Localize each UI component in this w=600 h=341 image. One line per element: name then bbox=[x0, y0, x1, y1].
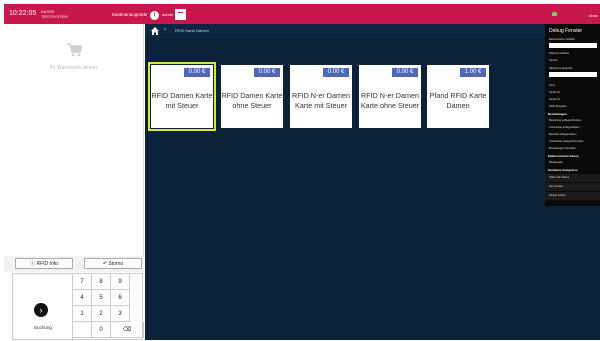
key-9[interactable]: 9 bbox=[111, 274, 130, 290]
debug-item[interactable]: Wiedergabe bbox=[549, 161, 563, 164]
debug-item[interactable]: Bestellungen/ bestellen bbox=[549, 147, 576, 150]
product-tile[interactable]: 0.00 € RFID N-er Damen Karte ohne Steuer bbox=[359, 65, 421, 128]
product-tile[interactable]: 0.00 € RFID Damen Karte ohne Steuer bbox=[221, 65, 283, 128]
product-name: RFID N-er Damen Karte mit Steuer bbox=[292, 91, 350, 110]
info-icon: ⓘ bbox=[30, 261, 36, 267]
close-link[interactable]: close bbox=[589, 13, 598, 18]
key-3[interactable]: 3 bbox=[111, 306, 130, 322]
key-2[interactable]: 2 bbox=[92, 306, 111, 322]
brand-line-2: TESTSYSTEM bbox=[41, 14, 68, 19]
debug-item[interactable]: Datenstr auflisten bbox=[549, 52, 569, 55]
product-price: 0.00 € bbox=[392, 68, 418, 77]
storno-button[interactable]: ↶ Storno bbox=[84, 258, 142, 269]
debug-item: Elektronische Vorbdeli bbox=[549, 38, 575, 41]
key-7[interactable]: 7 bbox=[73, 274, 92, 290]
product-tile[interactable]: 0.00 € RFID Damen Karte mit Steuer bbox=[148, 62, 216, 131]
debug-section: Hardware Ereignisse bbox=[548, 168, 578, 172]
debug-section: Bestellungen bbox=[548, 112, 567, 116]
user-name: admin bbox=[162, 12, 173, 17]
top-bar: 10:22:05 KASSE TESTSYSTEM Kantinenauge2d… bbox=[4, 4, 600, 24]
product-name: Pfand RFID Karte Damen bbox=[429, 91, 487, 110]
key-1[interactable]: 1 bbox=[73, 306, 92, 322]
product-name: RFID Damen Karte mit Steuer bbox=[151, 91, 213, 110]
key-6[interactable]: 6 bbox=[111, 290, 130, 306]
storno-label: Storno bbox=[108, 260, 124, 267]
brand-logo: KASSE TESTSYSTEM bbox=[41, 9, 68, 19]
breadcrumb-separator-icon: › bbox=[164, 26, 167, 33]
key-5[interactable]: 5 bbox=[92, 290, 111, 306]
debug-item[interactable]: Senden bbox=[549, 59, 558, 62]
debug-item[interactable]: Unbestellte auflegen/lesen bbox=[549, 126, 580, 129]
breadcrumb-current[interactable]: RFID Karte Damen bbox=[175, 28, 209, 33]
book-button[interactable]: › Buchung bbox=[13, 274, 73, 341]
rfid-info-button[interactable]: ⓘ RFID Info bbox=[15, 258, 73, 269]
keypad: › Buchung 7 8 9 4 5 6 1 2 3 0 ⌫ bbox=[12, 273, 144, 341]
chevron-right-icon: › bbox=[34, 303, 48, 317]
key-4[interactable]: 4 bbox=[73, 290, 92, 306]
product-price: 0.00 € bbox=[254, 68, 280, 77]
key-empty bbox=[73, 322, 92, 338]
debug-item[interactable]: Bestellte auflegen/lesen bbox=[549, 133, 577, 136]
cart-panel: Ihr Warenkorb ist leer. bbox=[4, 24, 144, 256]
debug-item[interactable]: RFID Eingeben bbox=[549, 105, 567, 108]
debug-input[interactable] bbox=[549, 72, 597, 77]
debug-item[interactable]: Bestellung auflegen/löschen bbox=[549, 119, 581, 122]
debug-input[interactable] bbox=[549, 43, 597, 48]
book-label: Buchung bbox=[34, 325, 52, 330]
product-price: 1.00 € bbox=[460, 68, 486, 77]
debug-item[interactable]: Öffnen der Kasse bbox=[549, 176, 569, 179]
product-name: RFID Damen Karte ohne Steuer bbox=[221, 91, 283, 110]
debug-item[interactable]: Sende ID bbox=[549, 98, 560, 101]
shopping-cart-icon bbox=[67, 43, 82, 57]
debug-item[interactable]: Sende ID bbox=[549, 91, 560, 94]
user-icon[interactable]: i bbox=[150, 11, 159, 20]
debug-title: Debug Fenster bbox=[549, 28, 583, 34]
wifi-icon bbox=[552, 12, 557, 16]
undo-icon: ↶ bbox=[102, 260, 108, 267]
product-name: RFID N-er Damen Karte ohne Steuer bbox=[360, 91, 420, 110]
product-price: 0.00 € bbox=[323, 68, 349, 77]
action-bar: ⓘ RFID Info ↶ Storno bbox=[4, 256, 144, 272]
product-area: › RFID Karte Damen 0.00 € RFID Damen Kar… bbox=[145, 24, 600, 340]
clock: 10:22:05 bbox=[9, 10, 37, 17]
debug-item[interactable]: Sens bbox=[549, 84, 555, 87]
product-price: 0.00 € bbox=[184, 68, 210, 77]
key-8[interactable]: 8 bbox=[92, 274, 111, 290]
debug-window: Debug Fenster Elektronische Vorbdeli Dat… bbox=[545, 24, 600, 206]
debug-item[interactable]: Design ändern bbox=[549, 194, 566, 197]
cart-empty-text: Ihr Warenkorb ist leer. bbox=[49, 65, 99, 71]
key-0[interactable]: 0 bbox=[92, 322, 111, 338]
debug-item[interactable]: Unbestellte auflegen/beenden bbox=[549, 140, 583, 143]
rfid-info-label: RFID Info bbox=[36, 261, 58, 267]
product-tile[interactable]: 1.00 € Pfand RFID Karte Damen bbox=[427, 65, 489, 128]
debug-item: Nächste Liefergrüße bbox=[549, 67, 573, 70]
debug-section: Elektronischer Kasse bbox=[548, 154, 579, 158]
backspace-key[interactable]: ⌫ bbox=[111, 322, 144, 338]
breadcrumb: › RFID Karte Damen bbox=[145, 24, 600, 38]
register-name: Kantinenauge2de bbox=[112, 12, 148, 17]
product-tile[interactable]: 0.00 € RFID N-er Damen Karte mit Steuer bbox=[290, 65, 352, 128]
minus-button[interactable]: − bbox=[175, 9, 186, 20]
debug-item[interactable]: Nur drucken bbox=[549, 185, 563, 188]
home-icon[interactable] bbox=[151, 27, 159, 35]
